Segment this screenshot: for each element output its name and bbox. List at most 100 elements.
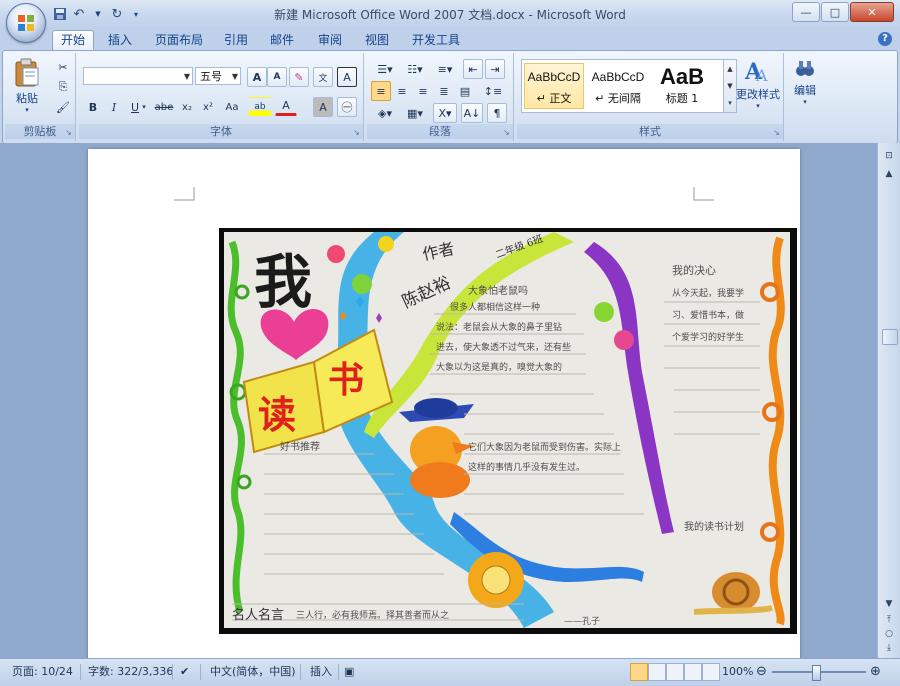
font-color-button[interactable]: A (275, 97, 297, 116)
font-launcher-icon[interactable]: ↘ (353, 129, 361, 137)
bold-button[interactable]: B (83, 97, 103, 117)
prev-page-icon[interactable]: ⤒ (881, 613, 897, 627)
view-ruler-icon[interactable]: ⊡ (881, 149, 897, 163)
editing-label: 编辑 (794, 84, 816, 97)
shading-icon[interactable]: ◈▾ (371, 103, 399, 123)
line-spacing-icon[interactable]: ↕≡ (479, 81, 507, 101)
borders-icon[interactable]: ▦▾ (401, 103, 429, 123)
style-name: 标题 1 (665, 92, 699, 105)
sort-icon[interactable]: A↓ (461, 103, 483, 123)
align-center-icon[interactable]: ≡ (392, 81, 412, 101)
language-indicator[interactable]: 中文(简体，中国) (210, 663, 296, 681)
align-left-icon[interactable]: ≡ (371, 81, 391, 101)
change-styles-button[interactable]: A A 更改样式 ▾ (735, 57, 781, 110)
clipboard-launcher-icon[interactable]: ↘ (65, 129, 73, 137)
poster-text-line: 大象以为这是真的，嗅觉大象的 (436, 363, 563, 373)
underline-dropdown-icon[interactable]: ▾ (139, 97, 149, 117)
full-screen-reading-icon[interactable] (648, 663, 666, 681)
outline-icon[interactable] (684, 663, 702, 681)
enclose-char-icon[interactable]: ㊀ (337, 97, 357, 117)
minimize-button[interactable]: — (792, 2, 820, 22)
justify-icon[interactable]: ≣ (434, 81, 454, 101)
format-painter-icon[interactable]: 🖌 (53, 97, 73, 117)
char-border-button[interactable]: A (337, 67, 357, 87)
proofing-icon[interactable]: ✔ (180, 663, 189, 681)
styles-group-label: 样式 (517, 124, 783, 139)
scroll-up-icon[interactable]: ▲ (727, 65, 732, 73)
styles-launcher-icon[interactable]: ↘ (773, 129, 781, 137)
zoom-out-icon[interactable]: ⊖ (756, 663, 767, 681)
poster-paper: 我 读 书 作者 陈赵裕 二年级 6班 大象怕老鼠吗 我的决心 很多人都相信这样… (224, 232, 790, 628)
scroll-thumb[interactable] (882, 329, 898, 345)
multilevel-list-icon[interactable]: ≡▾ (431, 59, 459, 79)
tab-page-layout[interactable]: 页面布局 (147, 31, 211, 50)
font-name-combo[interactable]: ▼ (83, 67, 193, 85)
style-heading-1[interactable]: AaB 标题 1 (652, 63, 712, 109)
subscript-button[interactable]: x₂ (177, 97, 197, 117)
tab-review[interactable]: 审阅 (310, 31, 350, 50)
cut-icon[interactable]: ✂ (53, 57, 73, 77)
next-page-icon[interactable]: ⤓ (881, 641, 897, 655)
vertical-scrollbar[interactable]: ⊡ ▲ ▼ ⤒ ○ ⤓ (877, 143, 900, 658)
close-button[interactable]: ✕ (850, 2, 894, 22)
style-gallery: AaBbCcD ↵ 正文 AaBbCcD ↵ 无间隔 AaB 标题 1 (521, 59, 727, 113)
office-button[interactable] (6, 3, 46, 43)
macro-record-icon[interactable]: ▣ (344, 663, 354, 681)
superscript-button[interactable]: x² (198, 97, 218, 117)
scroll-down-icon[interactable]: ▼ (881, 597, 897, 611)
style-normal[interactable]: AaBbCcD ↵ 正文 (524, 63, 584, 109)
tab-references[interactable]: 引用 (216, 31, 256, 50)
change-case-button[interactable]: Aa (219, 97, 245, 117)
highlight-button[interactable]: ab (249, 97, 271, 117)
style-no-spacing[interactable]: AaBbCcD ↵ 无间隔 (588, 63, 648, 109)
tab-view[interactable]: 视图 (357, 31, 397, 50)
bullets-icon[interactable]: ☰▾ (371, 59, 399, 79)
status-bar: 页面: 10/24 字数: 322/3,336 ✔ 中文(简体，中国) 插入 ▣… (0, 658, 900, 686)
numbering-icon[interactable]: ☷▾ (401, 59, 429, 79)
print-layout-icon[interactable] (630, 663, 648, 681)
zoom-level[interactable]: 100% (722, 663, 753, 681)
inserted-picture[interactable]: 我 读 书 作者 陈赵裕 二年级 6班 大象怕老鼠吗 我的决心 很多人都相信这样… (219, 228, 797, 634)
more-icon[interactable]: ▾ (728, 99, 732, 107)
align-right-icon[interactable]: ≡ (413, 81, 433, 101)
paragraph-launcher-icon[interactable]: ↘ (503, 129, 511, 137)
scroll-up-icon[interactable]: ▲ (881, 167, 897, 181)
tab-home[interactable]: 开始 (52, 30, 95, 50)
grow-font-button[interactable]: A (247, 67, 267, 87)
tab-insert[interactable]: 插入 (100, 31, 140, 50)
copy-icon[interactable]: ⎘ (53, 77, 73, 97)
word-count[interactable]: 字数: 322/3,336 (88, 663, 173, 681)
strikethrough-button[interactable]: abe (151, 97, 177, 117)
phonetic-guide-button[interactable]: 文 (313, 67, 333, 87)
paste-button[interactable]: 粘贴 ▾ (11, 57, 43, 114)
clear-format-icon[interactable]: ✎ (289, 67, 309, 87)
italic-button[interactable]: I (104, 97, 124, 117)
zoom-slider-thumb[interactable] (812, 665, 821, 681)
chevron-down-icon: ▾ (756, 102, 760, 110)
change-styles-label: 更改样式 (736, 88, 780, 101)
browse-object-icon[interactable]: ○ (881, 627, 897, 641)
insert-mode[interactable]: 插入 (310, 663, 332, 681)
decrease-indent-icon[interactable]: ⇤ (463, 59, 483, 79)
help-icon[interactable]: ? (878, 32, 892, 46)
font-size-combo[interactable]: 五号 ▼ (195, 67, 241, 85)
distribute-icon[interactable]: ▤ (455, 81, 475, 101)
maximize-button[interactable]: □ (821, 2, 849, 22)
increase-indent-icon[interactable]: ⇥ (485, 59, 505, 79)
title-bar: ↶ ▼ ↻ ▾ 新建 Microsoft Office Word 2007 文档… (0, 0, 900, 29)
draft-icon[interactable] (702, 663, 720, 681)
show-marks-icon[interactable]: ¶ (487, 103, 507, 123)
zoom-in-icon[interactable]: ⊕ (870, 663, 881, 681)
tab-developer[interactable]: 开发工具 (404, 31, 468, 50)
scroll-down-icon[interactable]: ▼ (727, 82, 732, 90)
poster-heading: 大象怕老鼠吗 (468, 286, 528, 297)
char-shading-button[interactable]: A (313, 97, 333, 117)
page-indicator[interactable]: 页面: 10/24 (12, 663, 73, 681)
asian-layout-icon[interactable]: X▾ (433, 103, 457, 123)
editing-button[interactable]: 编辑 ▾ (789, 57, 821, 106)
web-layout-icon[interactable] (666, 663, 684, 681)
shrink-font-button[interactable]: A (267, 67, 287, 87)
tab-mailings[interactable]: 邮件 (262, 31, 302, 50)
editing-group: 编辑 ▾ (787, 53, 823, 141)
font-size-value: 五号 (200, 70, 222, 83)
